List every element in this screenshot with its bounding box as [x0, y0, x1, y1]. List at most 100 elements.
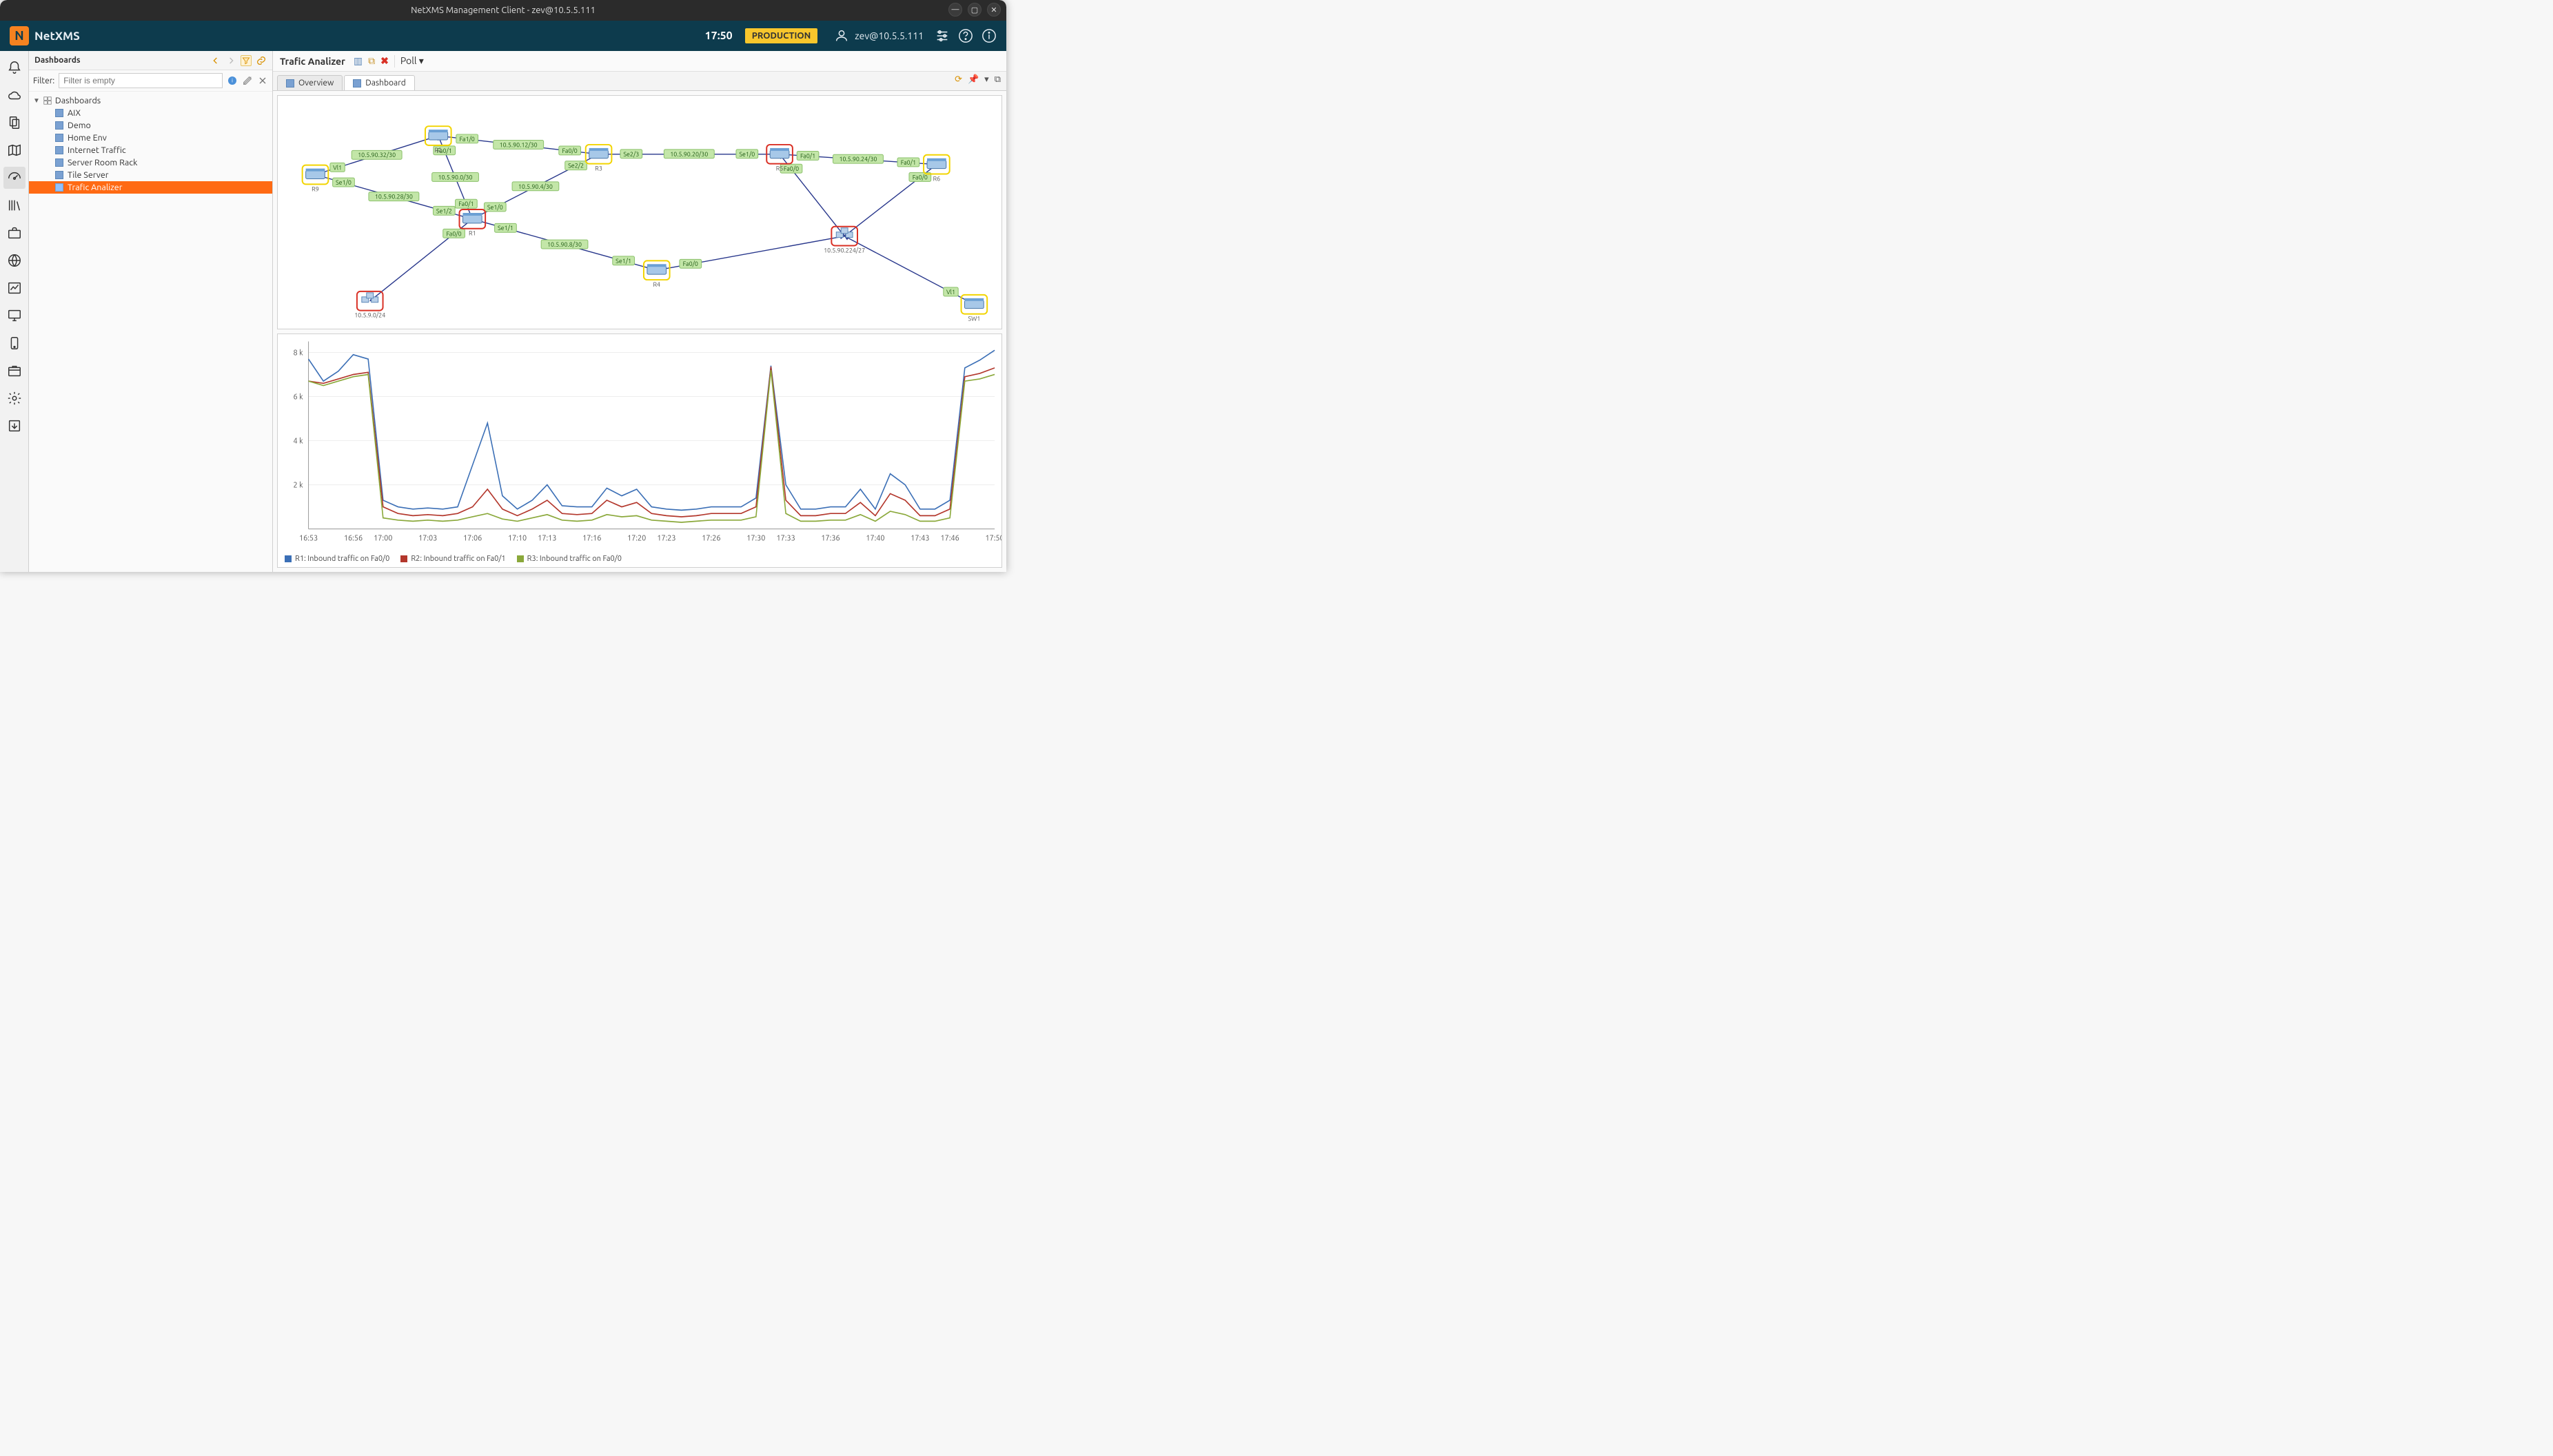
svg-text:17:20: 17:20 — [627, 534, 646, 542]
svg-text:10.5.90.8/30: 10.5.90.8/30 — [547, 241, 582, 248]
copy-icon[interactable]: ⧉ — [368, 55, 375, 67]
dashboard-icon — [55, 183, 63, 192]
dashboard-icon — [55, 109, 63, 117]
chart-legend: R1: Inbound traffic on Fa0/0 R2: Inbound … — [278, 551, 1001, 567]
dashboard-icon — [55, 134, 63, 142]
pin-icon[interactable]: 📌 — [968, 74, 979, 85]
svg-text:Se2/2: Se2/2 — [568, 163, 584, 170]
window-title: NetXMS Management Client - zev@10.5.5.11… — [411, 6, 596, 15]
svg-text:Se1/0: Se1/0 — [739, 151, 755, 158]
nav-files[interactable] — [3, 112, 26, 134]
window-close-button[interactable]: ✕ — [987, 3, 1001, 17]
svg-text:Fa0/0: Fa0/0 — [683, 260, 698, 267]
tree-item[interactable]: Home Env — [29, 132, 272, 144]
info-icon[interactable] — [981, 28, 997, 43]
svg-text:R4: R4 — [653, 281, 660, 288]
svg-text:10.5.90.0/30: 10.5.90.0/30 — [438, 174, 473, 181]
node-R9[interactable]: R9 — [303, 165, 329, 193]
legend-swatch — [285, 555, 292, 562]
filter-close-icon[interactable] — [257, 75, 268, 86]
tree-item[interactable]: Trafic Analizer — [29, 181, 272, 194]
nav-graph[interactable] — [3, 277, 26, 299]
window-maximize-button[interactable]: ▢ — [968, 3, 981, 17]
main-area: Trafic Analizer ▥ ⧉ ✖ Poll ▾ OverviewDas… — [273, 51, 1006, 572]
dashboard-icon — [55, 171, 63, 179]
svg-text:10.5.90.32/30: 10.5.90.32/30 — [358, 152, 396, 158]
node-N2[interactable]: 10.5.90.224/27 — [824, 227, 865, 254]
legend-swatch — [517, 555, 524, 562]
edit-layout-icon[interactable]: ▥ — [354, 55, 363, 67]
legend-item: R3: Inbound traffic on Fa0/0 — [517, 555, 622, 563]
svg-text:4 k: 4 k — [294, 437, 303, 445]
svg-text:6 k: 6 k — [294, 393, 303, 401]
menu-caret-icon[interactable]: ▾ — [984, 74, 989, 85]
tree-root-label: Dashboards — [55, 96, 101, 105]
user-account[interactable]: zev@10.5.5.111 — [834, 28, 924, 43]
tab-dashboard[interactable]: Dashboard — [344, 75, 414, 90]
svg-text:17:23: 17:23 — [657, 534, 675, 542]
svg-text:17:30: 17:30 — [746, 534, 765, 542]
svg-text:SW1: SW1 — [968, 316, 980, 322]
legend-item: R1: Inbound traffic on Fa0/0 — [285, 555, 389, 563]
tab-label: Dashboard — [365, 79, 405, 88]
nav-monitor[interactable] — [3, 305, 26, 327]
tab-label: Overview — [298, 79, 334, 88]
dashboard-icon — [55, 158, 63, 167]
tree-item-label: Trafic Analizer — [68, 183, 122, 192]
svg-text:R1: R1 — [469, 230, 476, 237]
svg-text:Se2/3: Se2/3 — [623, 151, 639, 158]
node-N1[interactable]: 10.5.9.0/24 — [354, 291, 385, 319]
filter-icon[interactable] — [241, 55, 252, 66]
svg-text:17:43: 17:43 — [911, 534, 929, 542]
nav-alarms[interactable] — [3, 57, 26, 79]
link-icon[interactable] — [256, 55, 267, 66]
tree-item[interactable]: Tile Server — [29, 169, 272, 181]
legend-swatch — [400, 555, 407, 562]
tab-icon — [286, 79, 294, 88]
nav-tools[interactable] — [3, 360, 26, 382]
svg-text:17:46: 17:46 — [941, 534, 959, 542]
nav-globe[interactable] — [3, 249, 26, 271]
window-minimize-button[interactable]: — — [948, 3, 962, 17]
node-R4[interactable]: R4 — [644, 260, 670, 288]
tree-item[interactable]: Server Room Rack — [29, 156, 272, 169]
tree-item[interactable]: Internet Traffic — [29, 144, 272, 156]
delete-icon[interactable]: ✖ — [380, 55, 389, 67]
nav-business[interactable] — [3, 222, 26, 244]
nav-mobile[interactable] — [3, 332, 26, 354]
svg-text:Se1/0: Se1/0 — [487, 204, 503, 211]
traffic-line-chart[interactable]: 2 k4 k6 k8 k16:5316:5617:0017:0317:0617:… — [278, 334, 1001, 551]
filter-label: Filter: — [33, 76, 54, 85]
nav-dashboard[interactable] — [3, 167, 26, 189]
refresh-icon[interactable]: ⟳ — [955, 74, 962, 85]
svg-text:R3: R3 — [595, 165, 602, 172]
tree-item[interactable]: AIX — [29, 107, 272, 119]
dashboards-group-icon — [43, 96, 52, 105]
filter-info-icon[interactable]: i — [227, 75, 238, 86]
settings-sliders-icon[interactable] — [935, 28, 950, 43]
header-clock: 17:50 — [705, 30, 733, 42]
nav-settings-gear[interactable] — [3, 387, 26, 409]
nav-export[interactable] — [3, 415, 26, 437]
svg-text:17:36: 17:36 — [821, 534, 840, 542]
network-map[interactable]: 10.5.90.32/30Vl110.5.90.12/30Fa1/0Fa0/01… — [278, 96, 1001, 329]
tab-overview[interactable]: Overview — [277, 75, 343, 90]
user-icon — [834, 28, 849, 43]
legend-label: R2: Inbound traffic on Fa0/1 — [411, 555, 505, 563]
tree-item[interactable]: Demo — [29, 119, 272, 132]
back-arrow-icon[interactable] — [210, 55, 221, 66]
forward-arrow-icon[interactable] — [225, 55, 236, 66]
popout-icon[interactable]: ⧉ — [995, 74, 1001, 85]
node-R3[interactable]: R3 — [586, 145, 612, 172]
filter-clear-icon[interactable] — [242, 75, 253, 86]
node-SW1[interactable]: SW1 — [962, 295, 988, 322]
nav-library[interactable] — [3, 194, 26, 216]
tree-root[interactable]: ▼ Dashboards — [29, 94, 272, 107]
user-label: zev@10.5.5.111 — [855, 30, 924, 41]
poll-dropdown[interactable]: Poll ▾ — [400, 55, 424, 67]
filter-input[interactable] — [59, 73, 223, 88]
nav-cloud[interactable] — [3, 84, 26, 106]
help-icon[interactable] — [958, 28, 973, 43]
network-map-panel[interactable]: 10.5.90.32/30Vl110.5.90.12/30Fa1/0Fa0/01… — [277, 95, 1002, 329]
nav-maps[interactable] — [3, 139, 26, 161]
